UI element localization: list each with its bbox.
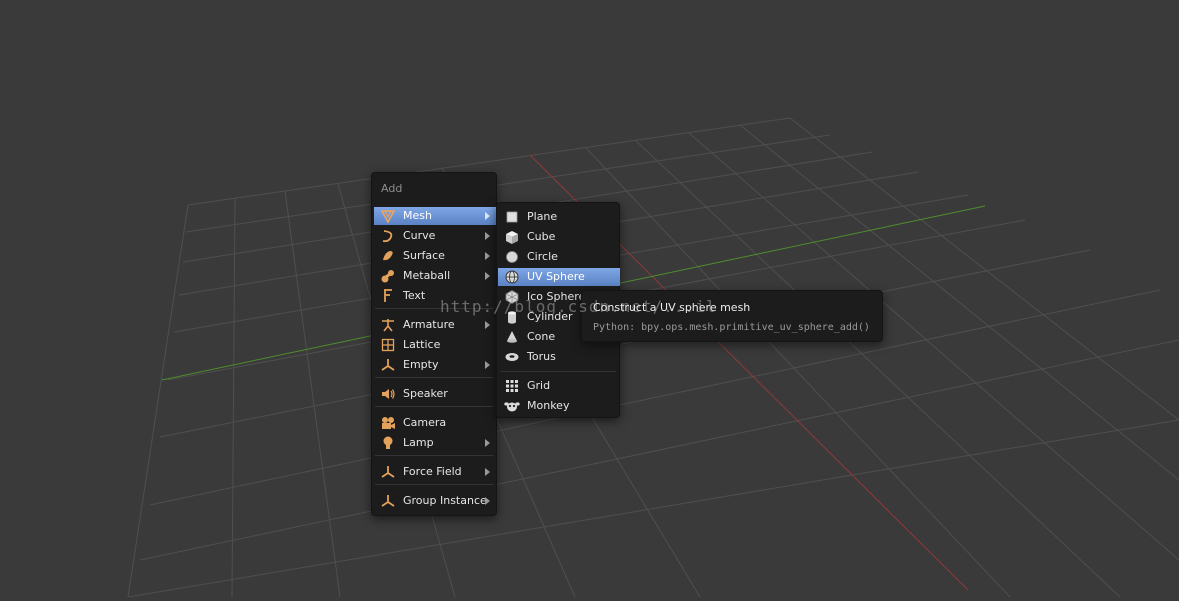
menu-item-text[interactable]: Text: [374, 287, 496, 305]
mesh-item-label: Grid: [527, 379, 551, 392]
menu-item-surface[interactable]: Surface: [374, 247, 496, 265]
menu-item-label: Text: [403, 289, 426, 302]
mesh-item-monkey[interactable]: Monkey: [498, 397, 620, 415]
mesh-item-label: Cylinder: [527, 310, 573, 323]
mesh-item-label: Cone: [527, 330, 556, 343]
group-instance-icon: [381, 495, 395, 507]
mesh-item-label: Torus: [527, 350, 556, 363]
cube-icon: [506, 231, 518, 244]
menu-item-lattice[interactable]: Lattice: [374, 336, 496, 354]
menu-separator: [375, 308, 493, 309]
submenu-arrow-icon: [485, 212, 490, 220]
menu-item-force-field[interactable]: Force Field: [374, 463, 496, 481]
menu-item-mesh[interactable]: Mesh: [374, 207, 496, 225]
menu-item-metaball[interactable]: Metaball: [374, 267, 496, 285]
cone-icon: [507, 331, 517, 343]
mesh-item-circle[interactable]: Circle: [498, 248, 620, 266]
mesh-item-label: Ico Sphere: [527, 290, 586, 303]
text-icon: [384, 289, 392, 302]
menu-item-curve[interactable]: Curve: [374, 227, 496, 245]
empty-icon: [381, 359, 395, 371]
menu-separator: [375, 455, 493, 456]
menu-separator: [375, 406, 493, 407]
tooltip-title: Construct a UV sphere mesh: [593, 301, 751, 314]
submenu-arrow-icon: [485, 439, 490, 447]
tooltip: Construct a UV sphere mesh Python: bpy.o…: [581, 290, 883, 342]
mesh-item-label: Cube: [527, 230, 556, 243]
lattice-icon: [381, 338, 395, 352]
submenu-arrow-icon: [485, 497, 490, 505]
lamp-icon: [383, 436, 393, 449]
menu-item-label: Armature: [403, 318, 455, 331]
menu-item-label: Speaker: [403, 387, 448, 400]
tooltip-python-path: Python: bpy.ops.mesh.primitive_uv_sphere…: [593, 322, 870, 333]
uv-sphere-icon: [505, 270, 519, 284]
add-menu-title: Add: [381, 182, 403, 195]
submenu-arrow-icon: [485, 252, 490, 260]
menu-item-empty[interactable]: Empty: [374, 356, 496, 374]
menu-item-label: Force Field: [403, 465, 462, 478]
monkey-icon: [504, 402, 520, 412]
mesh-item-label: Plane: [527, 210, 558, 223]
menu-item-label: Camera: [403, 416, 447, 429]
menu-separator: [375, 484, 493, 485]
menu-item-group-instance[interactable]: Group Instance: [374, 492, 496, 510]
armature-icon: [382, 319, 394, 332]
menu-item-armature[interactable]: Armature: [374, 316, 496, 334]
add-menu: Add Mesh Curve Surface Metaball Text Arm…: [371, 172, 497, 516]
mesh-item-grid[interactable]: Grid: [498, 377, 620, 395]
menu-item-label: Group Instance: [403, 494, 487, 507]
menu-separator: [375, 377, 493, 378]
mesh-item-cube[interactable]: Cube: [498, 228, 620, 246]
submenu-arrow-icon: [485, 321, 490, 329]
mesh-item-label: UV Sphere: [527, 270, 585, 283]
metaball-icon: [381, 270, 394, 283]
submenu-arrow-icon: [485, 468, 490, 476]
camera-icon: [382, 417, 395, 429]
menu-item-lamp[interactable]: Lamp: [374, 434, 496, 452]
surface-icon: [383, 251, 393, 261]
submenu-arrow-icon: [485, 361, 490, 369]
menu-item-label: Lamp: [403, 436, 434, 449]
mesh-item-torus[interactable]: Torus: [498, 348, 620, 366]
3d-viewport[interactable]: Add Mesh Curve Surface Metaball Text Arm…: [0, 0, 1179, 598]
plane-icon: [506, 211, 518, 223]
menu-item-label: Lattice: [403, 338, 441, 351]
menu-item-label: Mesh: [403, 209, 432, 222]
menu-separator: [500, 371, 616, 372]
menu-item-label: Surface: [403, 249, 445, 262]
curve-icon: [382, 230, 393, 243]
mesh-item-plane[interactable]: Plane: [498, 208, 620, 226]
mesh-item-label: Circle: [527, 250, 558, 263]
menu-item-speaker[interactable]: Speaker: [374, 385, 496, 403]
force-field-icon: [381, 466, 395, 478]
menu-item-label: Metaball: [403, 269, 451, 282]
menu-item-label: Empty: [403, 358, 439, 371]
ico-sphere-icon: [505, 290, 519, 304]
mesh-item-label: Monkey: [527, 399, 570, 412]
mesh-item-uv-sphere[interactable]: UV Sphere: [498, 268, 620, 286]
submenu-arrow-icon: [485, 232, 490, 240]
cylinder-icon: [508, 311, 516, 324]
mesh-icon: [380, 210, 396, 224]
grid-icon: [506, 380, 518, 392]
menu-item-camera[interactable]: Camera: [374, 414, 496, 432]
menu-item-label: Curve: [403, 229, 436, 242]
submenu-arrow-icon: [485, 272, 490, 280]
speaker-icon: [382, 389, 395, 399]
circle-icon: [506, 251, 518, 263]
torus-icon: [505, 353, 519, 361]
